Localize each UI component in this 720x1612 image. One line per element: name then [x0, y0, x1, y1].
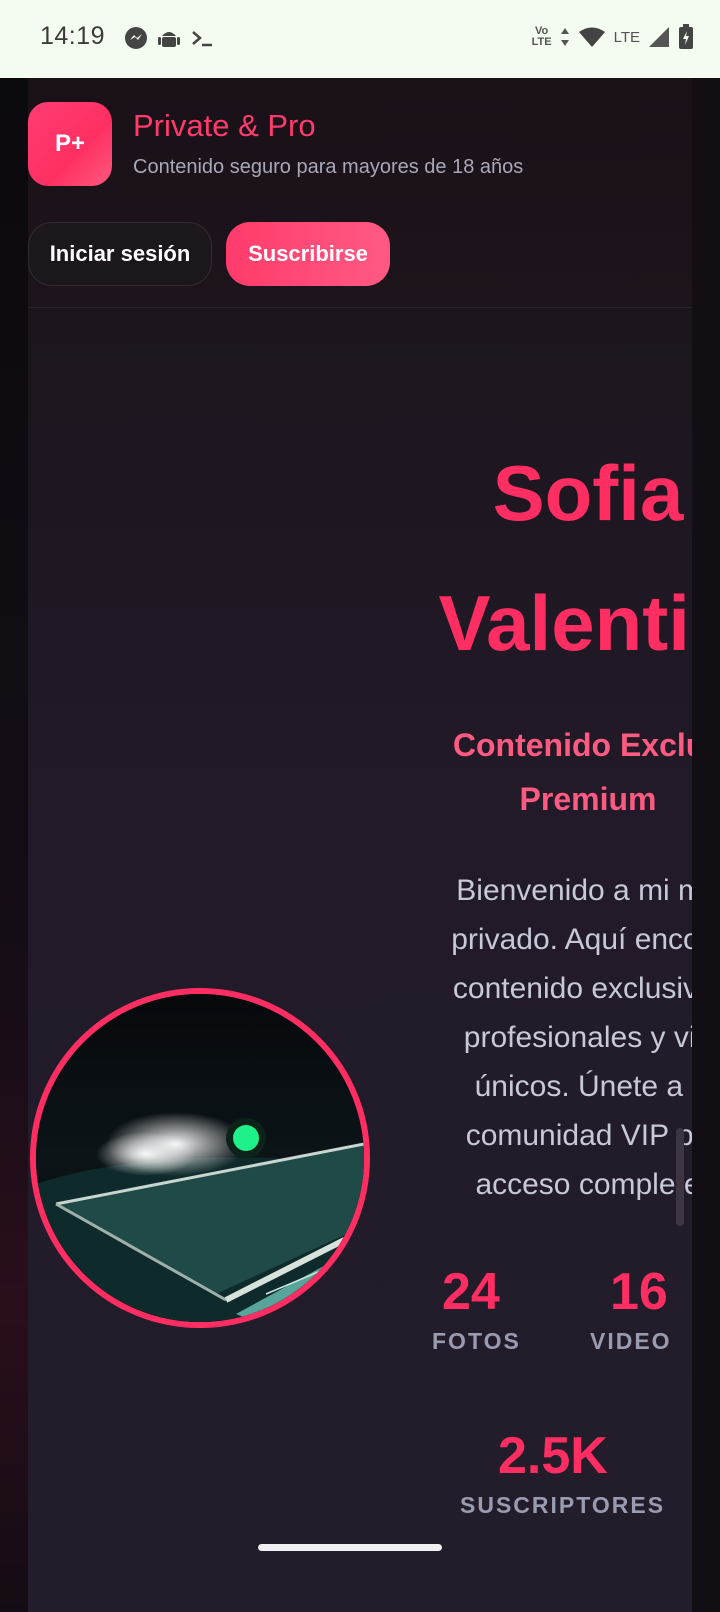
status-time: 14:19 — [40, 22, 106, 50]
notification-icons — [124, 26, 216, 50]
terminal-icon — [192, 31, 212, 47]
stat-photos-label: FOTOS — [432, 1328, 521, 1354]
profile-name-line1: Sofia — [492, 449, 684, 537]
subscribe-button[interactable]: Suscribirse — [226, 222, 390, 286]
signal-icon — [649, 27, 669, 47]
data-arrows-icon — [560, 28, 569, 46]
profile-name-line2: Valentin — [438, 579, 692, 667]
system-icons: Vo LTE LTE — [532, 24, 694, 50]
right-edge — [692, 78, 720, 1612]
profile-info: Sofia Valentin Contenido Exclus Premium … — [368, 308, 692, 1612]
android-icon — [158, 32, 180, 47]
stat-photos-value: 24 — [442, 1263, 500, 1321]
messenger-icon — [125, 27, 147, 49]
stat-subscribers-label: SUSCRIPTORES — [460, 1492, 666, 1518]
stat-videos-value: 16 — [610, 1263, 668, 1321]
volte-indicator: Vo LTE — [531, 25, 552, 48]
wifi-icon — [578, 27, 605, 47]
home-indicator[interactable] — [258, 1544, 442, 1551]
stat-videos-label: VIDEO — [590, 1328, 672, 1354]
stat-subscribers-value: 2.5K — [498, 1427, 608, 1485]
avatar-photo — [36, 994, 364, 1322]
brand-title[interactable]: Private & Pro — [133, 108, 316, 144]
login-button[interactable]: Iniciar sesión — [28, 222, 212, 286]
online-status-dot — [226, 1118, 266, 1158]
profile-tagline: Contenido Exclus Premium — [452, 727, 692, 817]
left-edge — [0, 78, 28, 1612]
brand-subtitle: Contenido seguro para mayores de 18 años — [133, 156, 524, 178]
profile-hero: Sofia Valentin Contenido Exclus Premium … — [28, 308, 692, 1612]
battery-icon — [679, 24, 693, 49]
site-header: P+ Private & Pro Contenido seguro para m… — [28, 78, 692, 308]
profile-avatar[interactable] — [30, 988, 370, 1328]
scrollbar[interactable] — [676, 1128, 684, 1226]
status-bar: 14:19 Vo LTE LTE — [0, 0, 720, 78]
brand-logo[interactable]: P+ — [28, 102, 112, 186]
network-type: LTE — [613, 28, 640, 46]
profile-bio: Bienvenido a mi mu privado. Aquí encont … — [451, 874, 692, 1201]
